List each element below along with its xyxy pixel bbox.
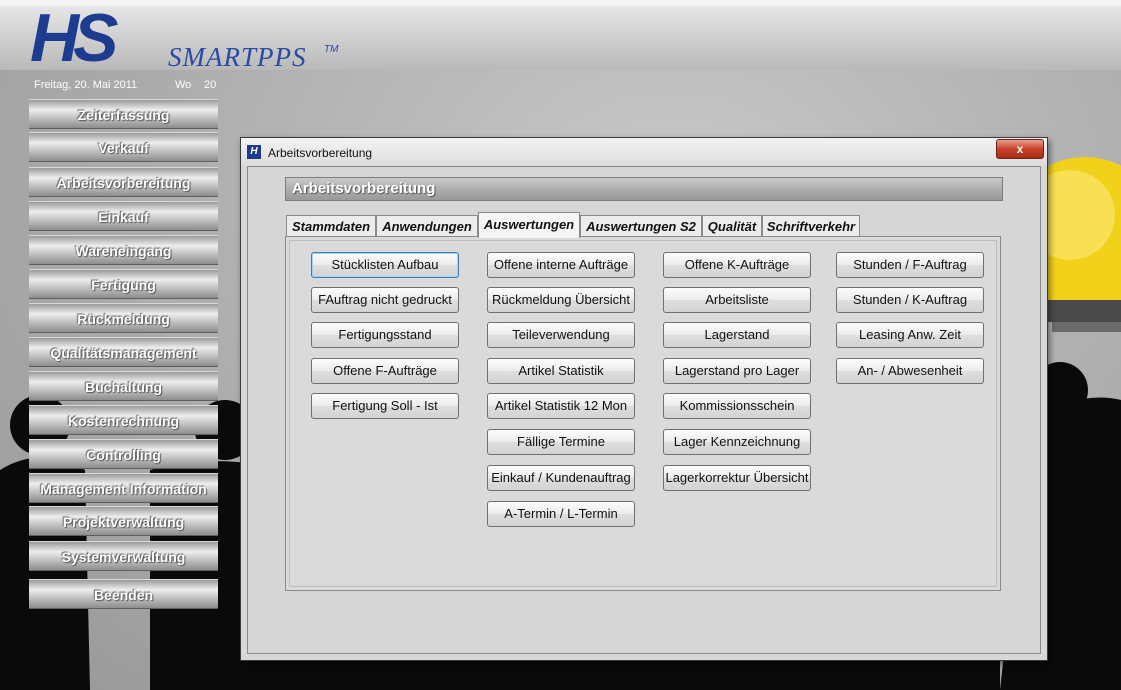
tab-qualitaet[interactable]: Qualität [702,215,762,236]
arbeitsvorbereitung-dialog: H Arbeitsvorbereitung x Arbeitsvorbereit… [240,137,1048,661]
logo-name: SMARTPPS [168,42,307,72]
leasing-anw-zeit-button[interactable]: Leasing Anw. Zeit [836,322,984,348]
offene-f-auftraege-button[interactable]: Offene F-Aufträge [311,358,459,384]
an-abwesenheit-button[interactable]: An- / Abwesenheit [836,358,984,384]
menu-qualitaetsmanagement[interactable]: Qualitätsmanagement [29,337,218,367]
fertigungsstand-button[interactable]: Fertigungsstand [311,322,459,348]
menu-projektverwaltung[interactable]: Projektverwaltung [29,506,218,536]
fertigung-soll-ist-button[interactable]: Fertigung Soll - Ist [311,393,459,419]
offene-interne-auftraege-button[interactable]: Offene interne Aufträge [487,252,635,278]
kommissionsschein-button[interactable]: Kommissionsschein [663,393,811,419]
menu-wareneingang[interactable]: Wareneingang [29,235,218,265]
artikel-statistik-button[interactable]: Artikel Statistik [487,358,635,384]
app-logo-icon: H [247,145,261,159]
arbeitsliste-button[interactable]: Arbeitsliste [663,287,811,313]
current-date: Freitag, 20. Mai 2011 [34,79,138,91]
logo-mark: HS [30,0,119,76]
menu-arbeitsvorbereitung[interactable]: Arbeitsvorbereitung [29,167,218,197]
lagerkorrektur-uebersicht-button[interactable]: Lagerkorrektur Übersicht [663,465,811,491]
menu-zeiterfassung[interactable]: Zeiterfassung [29,99,218,129]
dialog-titlebar[interactable]: H Arbeitsvorbereitung x [241,138,1047,166]
dialog-title: Arbeitsvorbereitung [268,146,373,160]
tab-schriftverkehr[interactable]: Schriftverkehr [762,215,860,236]
menu-management-information[interactable]: Management Information [29,473,218,503]
menu-systemverwaltung[interactable]: Systemverwaltung [29,541,218,571]
rueckmeldung-uebersicht-button[interactable]: Rückmeldung Übersicht [487,287,635,313]
tab-stammdaten[interactable]: Stammdaten [286,215,376,236]
teileverwendung-button[interactable]: Teileverwendung [487,322,635,348]
close-button[interactable]: x [996,139,1044,159]
stunden-f-auftrag-button[interactable]: Stunden / F-Auftrag [836,252,984,278]
tab-anwendungen[interactable]: Anwendungen [376,215,478,236]
stuecklisten-aufbau-button[interactable]: Stücklisten Aufbau [311,252,459,278]
section-header: Arbeitsvorbereitung [285,177,1003,201]
menu-einkauf[interactable]: Einkauf [29,201,218,231]
week-label: Wo [175,79,192,91]
menu-fertigung[interactable]: Fertigung [29,269,218,299]
stunden-k-auftrag-button[interactable]: Stunden / K-Auftrag [836,287,984,313]
menu-beenden[interactable]: Beenden [29,579,218,609]
tab-auswertungen[interactable]: Auswertungen [478,212,580,238]
offene-k-auftraege-button[interactable]: Offene K-Aufträge [663,252,811,278]
menu-verkauf[interactable]: Verkauf [29,132,218,162]
menu-kostenrechnung[interactable]: Kostenrechnung [29,405,218,435]
lagerstand-pro-lager-button[interactable]: Lagerstand pro Lager [663,358,811,384]
menu-rueckmeldung[interactable]: Rückmeldung [29,303,218,333]
lager-kennzeichnung-button[interactable]: Lager Kennzeichnung [663,429,811,455]
menu-controlling[interactable]: Controlling [29,439,218,469]
einkauf-kundenauftrag-button[interactable]: Einkauf / Kundenauftrag [487,465,635,491]
artikel-statistik-12-mon-button[interactable]: Artikel Statistik 12 Mon [487,393,635,419]
menu-buchaltung[interactable]: Buchaltung [29,371,218,401]
week-number: 20 [204,79,217,91]
logo-trademark: TM [324,44,339,55]
a-termin-l-termin-button[interactable]: A-Termin / L-Termin [487,501,635,527]
fauftrag-nicht-gedruckt-button[interactable]: FAuftrag nicht gedruckt [311,287,459,313]
tab-auswertungen-s2[interactable]: Auswertungen S2 [580,215,702,236]
app-logo: HS SMARTPPS TM [30,4,350,74]
lagerstand-button[interactable]: Lagerstand [663,322,811,348]
faellige-termine-button[interactable]: Fällige Termine [487,429,635,455]
